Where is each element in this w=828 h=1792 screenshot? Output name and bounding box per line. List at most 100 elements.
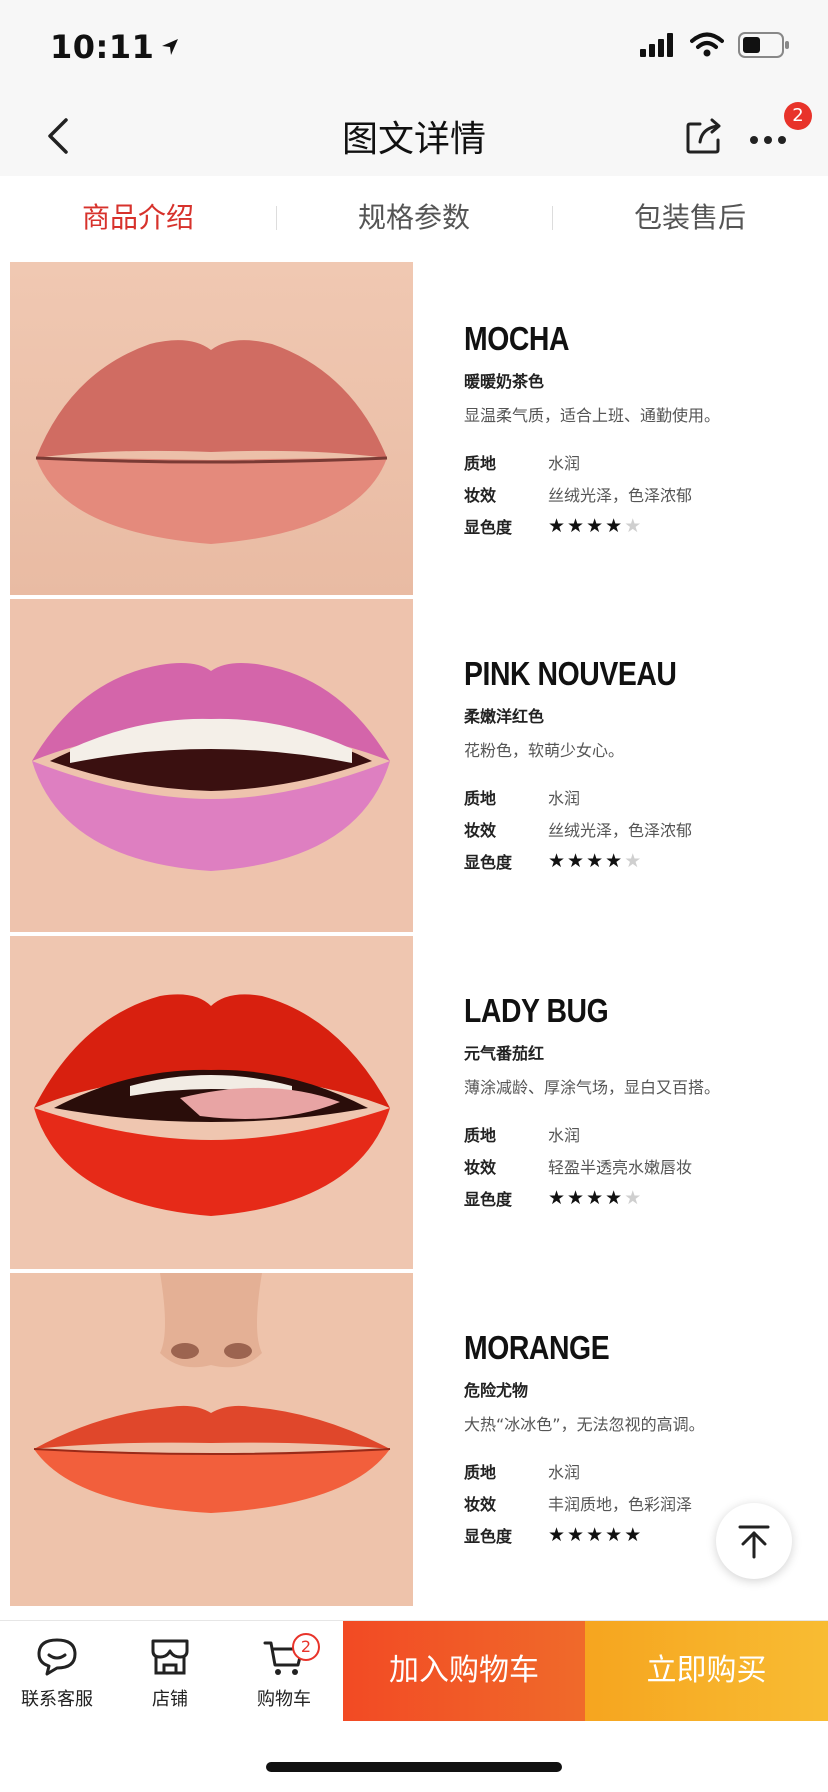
tab-divider (552, 206, 553, 230)
spec-value: 轻盈半透亮水嫩唇妆 (548, 1158, 693, 1177)
spec-key: 显色度 (464, 518, 513, 537)
arrow-up-icon (738, 1525, 770, 1559)
star-filled-icon: ★ (605, 1187, 625, 1209)
product-detail-content: MOCHA 暖暖奶茶色 显温柔气质，适合上班、通勤使用。 质地 水润 妆效 丝绒… (10, 262, 828, 1617)
product-description: 薄涂减龄、厚涂气场，显白又百搭。 (464, 1078, 721, 1097)
star-filled-icon: ★ (605, 515, 625, 537)
spec-value: 水润 (548, 1126, 581, 1145)
spec-row-texture: 质地 水润 (464, 781, 824, 813)
star-filled-icon: ★ (605, 1524, 625, 1546)
share-icon[interactable] (678, 110, 730, 162)
product-specs: 质地 水润 妆效 轻盈半透亮水嫩唇妆 显色度 ★★★★★ (464, 1118, 824, 1214)
shop-icon (151, 1639, 189, 1675)
location-arrow-icon (162, 39, 179, 55)
star-filled-icon: ★ (548, 850, 568, 872)
spec-key: 妆效 (464, 821, 497, 840)
star-filled-icon: ★ (586, 1187, 606, 1209)
spec-row-pigment: 显色度 ★★★★★ (464, 1182, 824, 1214)
spec-row-texture: 质地 水润 (464, 1118, 824, 1150)
star-rating: ★★★★★ (548, 1187, 643, 1209)
star-empty-icon: ★ (624, 1187, 644, 1209)
shop-button[interactable]: 店铺 (120, 1635, 220, 1711)
spec-key: 显色度 (464, 1190, 513, 1209)
spec-key: 质地 (464, 789, 497, 808)
spec-row-finish: 妆效 丝绒光泽，色泽浓郁 (464, 478, 824, 510)
spec-row-pigment: 显色度 ★★★★★ (464, 845, 824, 877)
shop-label: 店铺 (152, 1689, 188, 1710)
add-to-cart-button[interactable]: 加入购物车 (343, 1621, 585, 1721)
spec-row-finish: 妆效 轻盈半透亮水嫩唇妆 (464, 1150, 824, 1182)
spec-row-texture: 质地 水润 (464, 1455, 824, 1487)
star-empty-icon: ★ (624, 515, 644, 537)
lip-swatch-image-pink-nouveau (10, 599, 413, 932)
product-name: MORANGE (464, 1329, 610, 1366)
star-filled-icon: ★ (567, 850, 587, 872)
product-name: LADY BUG (464, 992, 609, 1029)
spec-key: 显色度 (464, 853, 513, 872)
bottom-action-bar: 联系客服 店铺 2 购物车 加入购物车 立即购买 (0, 1620, 828, 1721)
customer-service-label: 联系客服 (21, 1689, 93, 1710)
signal-icon (640, 33, 673, 57)
product-description: 显温柔气质，适合上班、通勤使用。 (464, 406, 721, 425)
home-indicator (266, 1762, 562, 1772)
star-filled-icon: ★ (586, 850, 606, 872)
tab-specs[interactable]: 规格参数 (276, 176, 552, 260)
spec-key: 质地 (464, 1463, 497, 1482)
lip-swatch-image-lady-bug (10, 936, 413, 1269)
product-info-pink-nouveau: PINK NOUVEAU 柔嫩洋红色 花粉色，软萌少女心。 质地 水润 妆效 丝… (464, 655, 824, 877)
product-specs: 质地 水润 妆效 丝绒光泽，色泽浓郁 显色度 ★★★★★ (464, 781, 824, 877)
star-filled-icon: ★ (567, 515, 587, 537)
spec-key: 显色度 (464, 1527, 513, 1546)
star-filled-icon: ★ (605, 850, 625, 872)
cart-count-badge: 2 (292, 1633, 320, 1661)
product-info-lady-bug: LADY BUG 元气番茄红 薄涂减龄、厚涂气场，显白又百搭。 质地 水润 妆效… (464, 992, 824, 1214)
spec-value: 丰润质地，色彩润泽 (548, 1495, 693, 1514)
spec-value: 丝绒光泽，色泽浓郁 (548, 821, 693, 840)
spec-key: 质地 (464, 1126, 497, 1145)
product-specs: 质地 水润 妆效 丝绒光泽，色泽浓郁 显色度 ★★★★★ (464, 446, 824, 542)
spec-row-pigment: 显色度 ★★★★★ (464, 510, 824, 542)
cart-label: 购物车 (257, 1689, 311, 1710)
star-filled-icon: ★ (567, 1524, 587, 1546)
back-to-top-button[interactable] (716, 1503, 792, 1579)
star-empty-icon: ★ (624, 850, 644, 872)
spec-row-finish: 妆效 丝绒光泽，色泽浓郁 (464, 813, 824, 845)
spec-key: 质地 (464, 454, 497, 473)
star-rating: ★★★★★ (548, 515, 643, 537)
tab-packaging[interactable]: 包装售后 (552, 176, 828, 260)
product-name: MOCHA (464, 320, 570, 357)
star-filled-icon: ★ (586, 515, 606, 537)
status-bar: 10:11 (0, 0, 828, 96)
star-rating: ★★★★★ (548, 850, 643, 872)
product-subtitle: 危险尤物 (464, 1381, 529, 1400)
chat-bubble-icon (37, 1638, 77, 1676)
star-rating: ★★★★★ (548, 1524, 643, 1546)
star-filled-icon: ★ (548, 515, 568, 537)
spec-key: 妆效 (464, 486, 497, 505)
buy-now-button[interactable]: 立即购买 (585, 1621, 828, 1721)
tab-product-intro[interactable]: 商品介绍 (0, 176, 276, 260)
status-time-group: 10:11 (50, 28, 180, 66)
spec-key: 妆效 (464, 1158, 497, 1177)
product-info-mocha: MOCHA 暖暖奶茶色 显温柔气质，适合上班、通勤使用。 质地 水润 妆效 丝绒… (464, 320, 824, 542)
more-menu-badge: 2 (784, 102, 812, 130)
battery-icon (738, 32, 789, 58)
product-description: 大热“冰冰色”，无法忽视的高调。 (464, 1415, 705, 1434)
tab-divider (276, 206, 277, 230)
spec-value: 丝绒光泽，色泽浓郁 (548, 486, 693, 505)
wifi-icon (690, 32, 724, 57)
cart-button[interactable]: 2 购物车 (234, 1633, 334, 1711)
star-filled-icon: ★ (567, 1187, 587, 1209)
star-filled-icon: ★ (548, 1187, 568, 1209)
status-icons (640, 32, 790, 58)
status-time: 10:11 (50, 28, 155, 66)
nav-bar: 图文详情 2 (0, 96, 828, 176)
spec-value: 水润 (548, 789, 581, 808)
lip-swatch-image-mocha (10, 262, 413, 595)
spec-key: 妆效 (464, 1495, 497, 1514)
star-filled-icon: ★ (624, 1524, 644, 1546)
product-description: 花粉色，软萌少女心。 (464, 741, 625, 760)
customer-service-button[interactable]: 联系客服 (7, 1635, 107, 1711)
product-subtitle: 柔嫩洋红色 (464, 707, 545, 726)
product-name: PINK NOUVEAU (464, 655, 677, 692)
